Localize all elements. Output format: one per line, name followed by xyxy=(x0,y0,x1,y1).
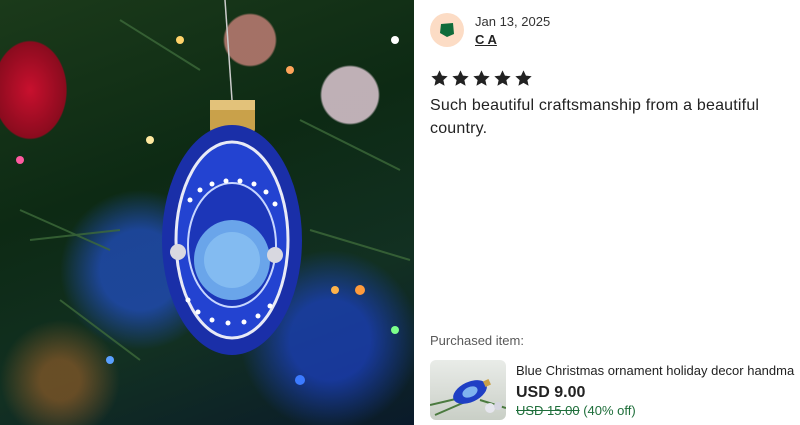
strikethrough-price: USD 15.00 xyxy=(516,403,580,418)
pentagon-avatar-icon xyxy=(440,23,454,37)
review-photo[interactable] xyxy=(0,0,414,425)
star-icon xyxy=(431,70,448,86)
review-date: Jan 13, 2025 xyxy=(475,14,551,29)
review-card: Jan 13, 2025 C A Such beautiful craftsma… xyxy=(430,0,800,425)
purchased-item-label: Purchased item: xyxy=(430,333,524,348)
review-text: Such beautiful craftsmanship from a beau… xyxy=(430,97,760,137)
reviewer-name-link[interactable]: C A xyxy=(475,32,497,47)
star-rating xyxy=(430,69,533,88)
avatar[interactable] xyxy=(430,13,464,47)
item-original-price: USD 15.00 (40% off) xyxy=(516,403,636,418)
item-price: USD 9.00 xyxy=(516,384,586,401)
star-icon xyxy=(452,70,469,86)
star-icon xyxy=(494,70,511,86)
star-icon xyxy=(515,70,532,86)
discount-label: (40% off) xyxy=(583,403,636,418)
item-title[interactable]: Blue Christmas ornament holiday decor ha… xyxy=(516,363,800,378)
purchased-item-link[interactable]: Blue Christmas ornament holiday decor ha… xyxy=(430,360,800,420)
ornament-thumbnail-image xyxy=(430,379,506,416)
ornament-image xyxy=(16,0,411,385)
star-icon xyxy=(473,70,490,86)
item-thumbnail[interactable] xyxy=(430,360,506,420)
